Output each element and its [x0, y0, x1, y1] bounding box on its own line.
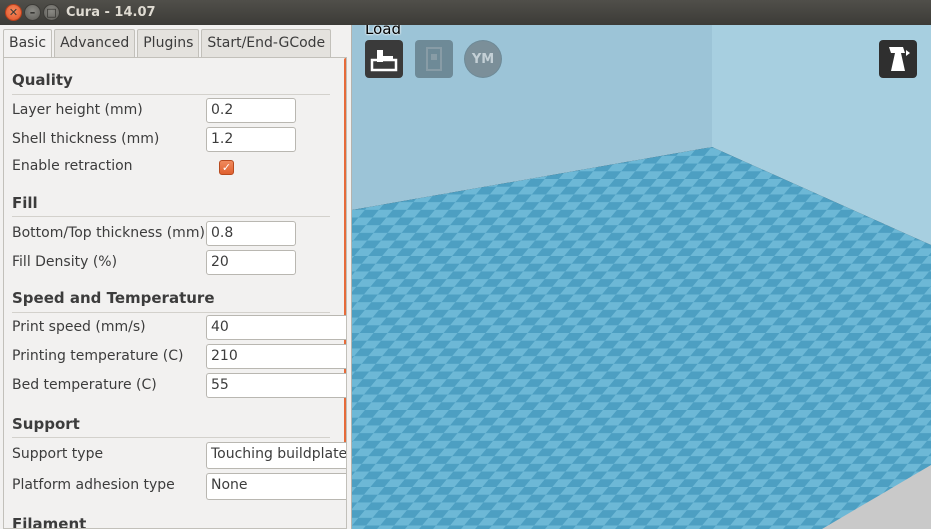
3d-viewport[interactable]: Load YM — [352, 25, 931, 529]
support-type-select[interactable]: Touching buildplate — [206, 442, 346, 469]
print-speed-label: Print speed (mm/s) — [12, 319, 146, 335]
tab-advanced[interactable]: Advanced — [54, 29, 136, 57]
load-label: Load — [365, 25, 401, 38]
bed-temperature-label: Bed temperature (C) — [12, 377, 157, 393]
enable-retraction-checkbox[interactable]: ✓ — [219, 160, 234, 175]
maximize-button[interactable]: □ — [43, 4, 60, 21]
section-support-title: Support — [12, 415, 80, 433]
youmagine-button[interactable]: YM — [464, 40, 502, 78]
settings-panel: Basic Advanced Plugins Start/End-GCode Q… — [0, 25, 352, 529]
platform-adhesion-label: Platform adhesion type — [12, 477, 175, 493]
bottom-top-thickness-field[interactable]: 0.8 — [206, 221, 296, 246]
layer-height-field[interactable]: 0.2 — [206, 98, 296, 123]
close-button[interactable]: ✕ — [5, 4, 22, 21]
fill-density-field[interactable]: 20 — [206, 250, 296, 275]
enable-retraction-label: Enable retraction — [12, 158, 133, 174]
load-button[interactable] — [365, 40, 403, 78]
tab-plugins[interactable]: Plugins — [137, 29, 200, 57]
youmagine-label: YM — [471, 51, 495, 67]
save-to-sd-button[interactable] — [415, 40, 453, 78]
platform-adhesion-select[interactable]: None — [206, 473, 346, 500]
shell-thickness-label: Shell thickness (mm) — [12, 131, 160, 147]
section-speed-temperature-title: Speed and Temperature — [12, 289, 215, 307]
sd-card-icon — [426, 47, 442, 71]
printing-temperature-label: Printing temperature (C) — [12, 348, 184, 364]
youmagine-icon: YM — [465, 41, 501, 77]
fill-density-label: Fill Density (%) — [12, 254, 118, 270]
printing-temperature-field[interactable]: 210 — [206, 344, 346, 369]
section-divider — [12, 94, 330, 95]
section-divider — [12, 437, 330, 438]
load-icon — [370, 50, 398, 72]
section-filament-title: Filament — [12, 515, 87, 529]
section-quality-title: Quality — [12, 71, 73, 89]
view-mode-button[interactable] — [879, 40, 917, 78]
view-mode-icon — [889, 47, 910, 71]
section-divider — [12, 216, 330, 217]
shell-thickness-field[interactable]: 1.2 — [206, 127, 296, 152]
section-fill-title: Fill — [12, 194, 38, 212]
basic-settings-page: Quality Layer height (mm) 0.2 Shell thic… — [3, 57, 347, 529]
bed-temperature-field[interactable]: 55 — [206, 373, 346, 398]
settings-tabs: Basic Advanced Plugins Start/End-GCode — [3, 29, 333, 59]
tab-basic[interactable]: Basic — [3, 29, 53, 59]
section-divider — [12, 312, 330, 313]
support-type-label: Support type — [12, 446, 104, 462]
window-titlebar: ✕ – □ Cura - 14.07 — [0, 0, 931, 25]
print-speed-field[interactable]: 40 — [206, 315, 346, 340]
minimize-button[interactable]: – — [24, 4, 41, 21]
build-volume-scene — [352, 25, 931, 529]
window-title: Cura - 14.07 — [66, 5, 156, 20]
layer-height-label: Layer height (mm) — [12, 102, 143, 118]
bottom-top-thickness-label: Bottom/Top thickness (mm) — [12, 225, 205, 241]
tab-start-end-gcode[interactable]: Start/End-GCode — [201, 29, 332, 57]
settings-scrollbar[interactable] — [344, 58, 346, 468]
